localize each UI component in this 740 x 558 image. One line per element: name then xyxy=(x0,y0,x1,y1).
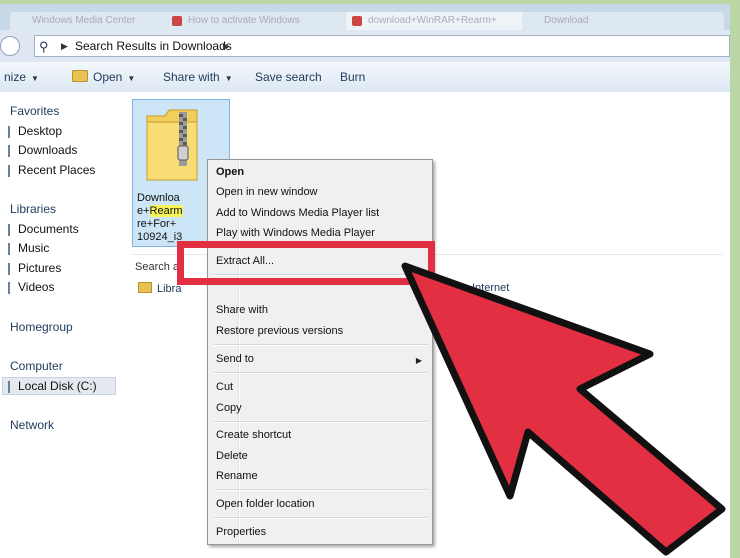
search-icon: ⚲ xyxy=(39,39,49,54)
nav-network[interactable]: Network xyxy=(10,418,54,432)
browser-tab[interactable]: Download xyxy=(522,12,724,30)
nav-label: Documents xyxy=(18,222,79,236)
menu-item-properties[interactable]: Properties xyxy=(216,526,266,538)
tab-label: Download xyxy=(544,15,589,26)
nav-item-recent-places[interactable]: Recent Places xyxy=(8,163,96,177)
menu-item-open-new-window[interactable]: Open in new window xyxy=(216,186,318,198)
folder-icon xyxy=(138,282,152,293)
save-search-button[interactable]: Save search xyxy=(255,70,322,84)
extract-highlight-box xyxy=(177,241,435,285)
menu-item-share-with[interactable]: Share with xyxy=(216,304,268,316)
file-name-part: e+ xyxy=(137,205,150,217)
breadcrumb-arrow-icon[interactable]: ▶ xyxy=(223,36,230,56)
nav-marker xyxy=(8,282,10,294)
breadcrumb-arrow-icon[interactable]: ▶ xyxy=(61,36,68,56)
search-libraries-link[interactable]: Libra xyxy=(138,282,181,295)
tab-label: How to activate Windows xyxy=(188,15,300,26)
menu-item-create-shortcut[interactable]: Create shortcut xyxy=(216,429,291,441)
nav-libraries[interactable]: Libraries xyxy=(10,202,56,216)
chevron-right-icon: ▶ xyxy=(415,356,422,365)
nav-marker xyxy=(8,145,10,157)
address-row: ⚲ ▶ Search Results in Downloads ▶ xyxy=(0,30,730,62)
zip-folder-icon xyxy=(146,109,198,181)
nav-label: Pictures xyxy=(18,261,62,275)
tab-label: download+WinRAR+Rearm+ xyxy=(368,15,497,26)
search-match-highlight: Rearm xyxy=(149,205,183,217)
back-button[interactable] xyxy=(0,36,20,56)
nav-computer[interactable]: Computer xyxy=(10,359,63,373)
browser-tab[interactable]: How to activate Windows xyxy=(166,12,358,30)
nav-item-desktop[interactable]: Desktop xyxy=(8,124,63,138)
screenshot-frame: Windows Media Center How to activate Win… xyxy=(0,0,740,558)
open-label: Open xyxy=(93,70,123,84)
browser-tab-active[interactable]: download+WinRAR+Rearm+ xyxy=(346,12,536,30)
nav-item-downloads[interactable]: Downloads xyxy=(8,143,78,157)
menu-item-add-wmp-list[interactable]: Add to Windows Media Player list xyxy=(216,207,379,219)
menu-item-copy[interactable]: Copy xyxy=(216,402,242,414)
search-internet-link[interactable]: Internet xyxy=(472,282,509,294)
nav-marker xyxy=(8,224,10,236)
nav-item-documents[interactable]: Documents xyxy=(8,222,79,236)
search-again-label: Search a xyxy=(135,261,180,273)
menu-item-send-to[interactable]: Send to xyxy=(216,353,254,365)
breadcrumb[interactable]: Search Results in Downloads xyxy=(75,36,232,56)
command-bar: nize ▼ Open ▼ Share with ▼ Save search Burn xyxy=(0,62,730,93)
nav-item-videos[interactable]: Videos xyxy=(8,280,55,294)
menu-item-delete[interactable]: Delete xyxy=(216,450,248,462)
burn-button[interactable]: Burn xyxy=(340,70,365,84)
tab-label: Windows Media Center xyxy=(32,15,136,26)
share-with-button[interactable]: Share with ▼ xyxy=(163,70,233,84)
menu-item-open[interactable]: Open xyxy=(216,166,244,178)
menu-item-rename[interactable]: Rename xyxy=(216,470,258,482)
menu-item-restore-versions[interactable]: Restore previous versions xyxy=(216,325,343,337)
menu-item-cut[interactable]: Cut xyxy=(216,381,233,393)
nav-label: Local Disk (C:) xyxy=(18,379,97,393)
navigation-pane: Favorites Desktop Downloads Recent Place… xyxy=(0,92,122,558)
menu-separator xyxy=(214,489,428,491)
tab-favicon-icon xyxy=(352,16,362,26)
chevron-down-icon: ▼ xyxy=(31,74,39,83)
organize-label: nize xyxy=(4,70,27,84)
menu-separator xyxy=(214,372,428,374)
nav-label: Music xyxy=(18,241,50,255)
menu-gutter xyxy=(238,162,240,542)
nav-item-pictures[interactable]: Pictures xyxy=(8,261,62,275)
menu-separator xyxy=(214,421,428,423)
nav-marker xyxy=(8,381,10,393)
browser-tab[interactable]: Windows Media Center xyxy=(10,12,172,30)
open-button[interactable]: Open ▼ xyxy=(72,70,135,84)
share-with-label: Share with xyxy=(163,70,220,84)
nav-favorites[interactable]: Favorites xyxy=(10,104,59,118)
menu-separator xyxy=(214,517,428,519)
nav-item-music[interactable]: Music xyxy=(8,241,50,255)
chevron-down-icon: ▼ xyxy=(127,74,136,83)
nav-marker xyxy=(8,263,10,275)
menu-item-open-folder-location[interactable]: Open folder location xyxy=(216,498,314,510)
folder-icon xyxy=(72,70,88,82)
menu-separator xyxy=(214,344,428,346)
tab-favicon-icon xyxy=(172,16,182,26)
menu-item-play-wmp[interactable]: Play with Windows Media Player xyxy=(216,227,375,239)
nav-homegroup[interactable]: Homegroup xyxy=(10,320,73,334)
nav-label: Desktop xyxy=(18,124,63,138)
nav-label: Downloads xyxy=(18,143,78,157)
context-menu: Open Open in new window Add to Windows M… xyxy=(207,159,433,545)
nav-label: Recent Places xyxy=(18,163,96,177)
browser-tab-strip: Windows Media Center How to activate Win… xyxy=(0,4,730,30)
nav-marker xyxy=(8,126,10,138)
address-bar[interactable]: ⚲ ▶ Search Results in Downloads ▶ xyxy=(34,35,730,57)
nav-item-local-disk[interactable]: Local Disk (C:) xyxy=(8,379,97,393)
nav-marker xyxy=(8,165,10,177)
chevron-down-icon: ▼ xyxy=(224,74,233,83)
nav-marker xyxy=(8,243,10,255)
nav-label: Videos xyxy=(18,280,55,294)
organize-button[interactable]: nize ▼ xyxy=(4,70,39,84)
